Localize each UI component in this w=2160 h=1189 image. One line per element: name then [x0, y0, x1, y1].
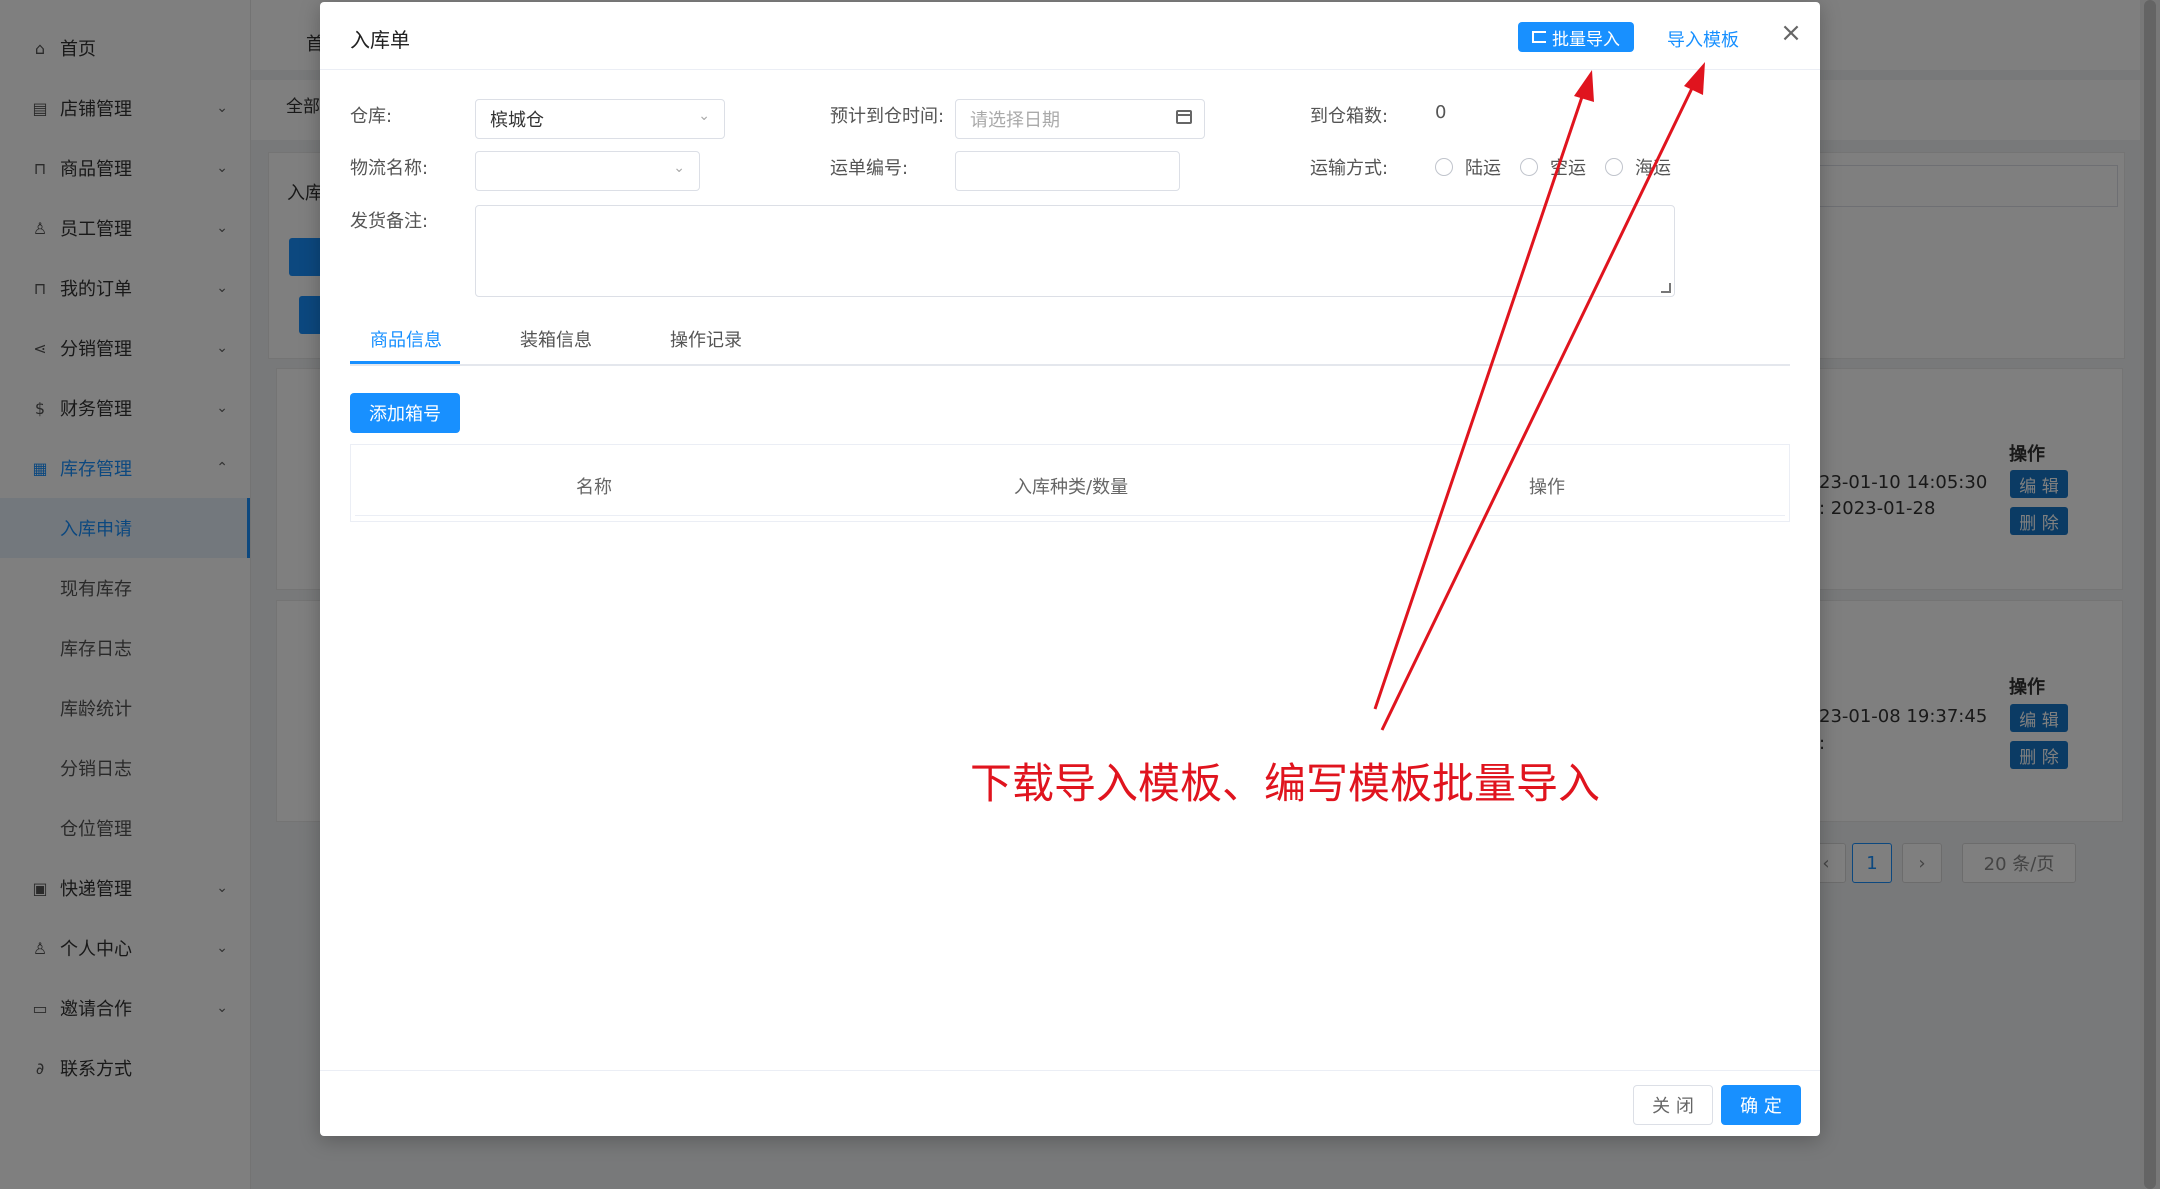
- transport-label: 运输方式:: [1310, 158, 1389, 179]
- annotation-text: 下载导入模板、编写模板批量导入: [970, 759, 1601, 808]
- batch-import-button[interactable]: 批量导入: [1518, 22, 1634, 52]
- product-table: 名称 入库种类/数量 操作: [350, 444, 1790, 522]
- waybill-label: 运单编号:: [830, 158, 909, 179]
- radio-label: 陆运: [1465, 158, 1501, 179]
- table-divider: [355, 515, 1785, 516]
- tab-bar: 商品信息 装箱信息 操作记录: [350, 312, 1790, 366]
- confirm-button[interactable]: 确 定: [1721, 1085, 1801, 1125]
- radio-air[interactable]: 空运: [1520, 154, 1586, 180]
- logistics-select[interactable]: ⌄: [475, 151, 700, 191]
- warehouse-select[interactable]: 槟城仓 ⌄: [475, 99, 725, 139]
- logistics-label: 物流名称:: [350, 158, 429, 179]
- chevron-down-icon: ⌄: [698, 108, 710, 124]
- radio-circle: [1605, 158, 1623, 176]
- inbound-order-dialog: 入库单 批量导入 导入模板 × 仓库: 槟城仓 ⌄ 预计到仓时间: 请选择日期 …: [320, 2, 1820, 1136]
- chevron-down-icon: ⌄: [673, 160, 685, 176]
- add-box-button[interactable]: 添加箱号: [350, 393, 460, 433]
- remark-label: 发货备注:: [350, 211, 429, 232]
- waybill-input[interactable]: [955, 151, 1180, 191]
- active-tab-indicator: [350, 361, 460, 364]
- dialog-header: 入库单 批量导入 导入模板 ×: [320, 2, 1820, 70]
- tab-packing-info[interactable]: 装箱信息: [520, 326, 592, 352]
- table-header-quantity: 入库种类/数量: [1014, 477, 1129, 498]
- close-button[interactable]: 关 闭: [1633, 1085, 1713, 1125]
- eta-date-picker[interactable]: 请选择日期: [955, 99, 1205, 139]
- eta-label: 预计到仓时间:: [830, 106, 945, 127]
- radio-label: 海运: [1635, 158, 1671, 179]
- tab-product-info[interactable]: 商品信息: [370, 326, 442, 352]
- tab-operation-log[interactable]: 操作记录: [670, 326, 742, 352]
- radio-circle: [1520, 158, 1538, 176]
- dialog-footer: 关 闭 确 定: [320, 1070, 1820, 1137]
- batch-import-label: 批量导入: [1552, 29, 1620, 50]
- close-icon[interactable]: ×: [1778, 20, 1804, 46]
- resize-handle-icon[interactable]: [1661, 283, 1671, 293]
- eta-placeholder: 请选择日期: [970, 110, 1060, 131]
- radio-sea[interactable]: 海运: [1605, 154, 1671, 180]
- warehouse-label: 仓库:: [350, 106, 393, 127]
- radio-circle: [1435, 158, 1453, 176]
- table-header-action: 操作: [1529, 477, 1565, 498]
- calendar-icon: [1176, 110, 1192, 124]
- dialog-title: 入库单: [350, 28, 410, 52]
- import-template-link[interactable]: 导入模板: [1667, 26, 1739, 52]
- remark-textarea[interactable]: [475, 205, 1675, 297]
- table-header-name: 名称: [576, 477, 612, 498]
- box-count-value: 0: [1435, 102, 1447, 123]
- radio-land[interactable]: 陆运: [1435, 154, 1501, 180]
- box-count-label: 到仓箱数:: [1310, 106, 1389, 127]
- import-icon: [1532, 31, 1546, 43]
- warehouse-value: 槟城仓: [490, 110, 544, 131]
- radio-label: 空运: [1550, 158, 1586, 179]
